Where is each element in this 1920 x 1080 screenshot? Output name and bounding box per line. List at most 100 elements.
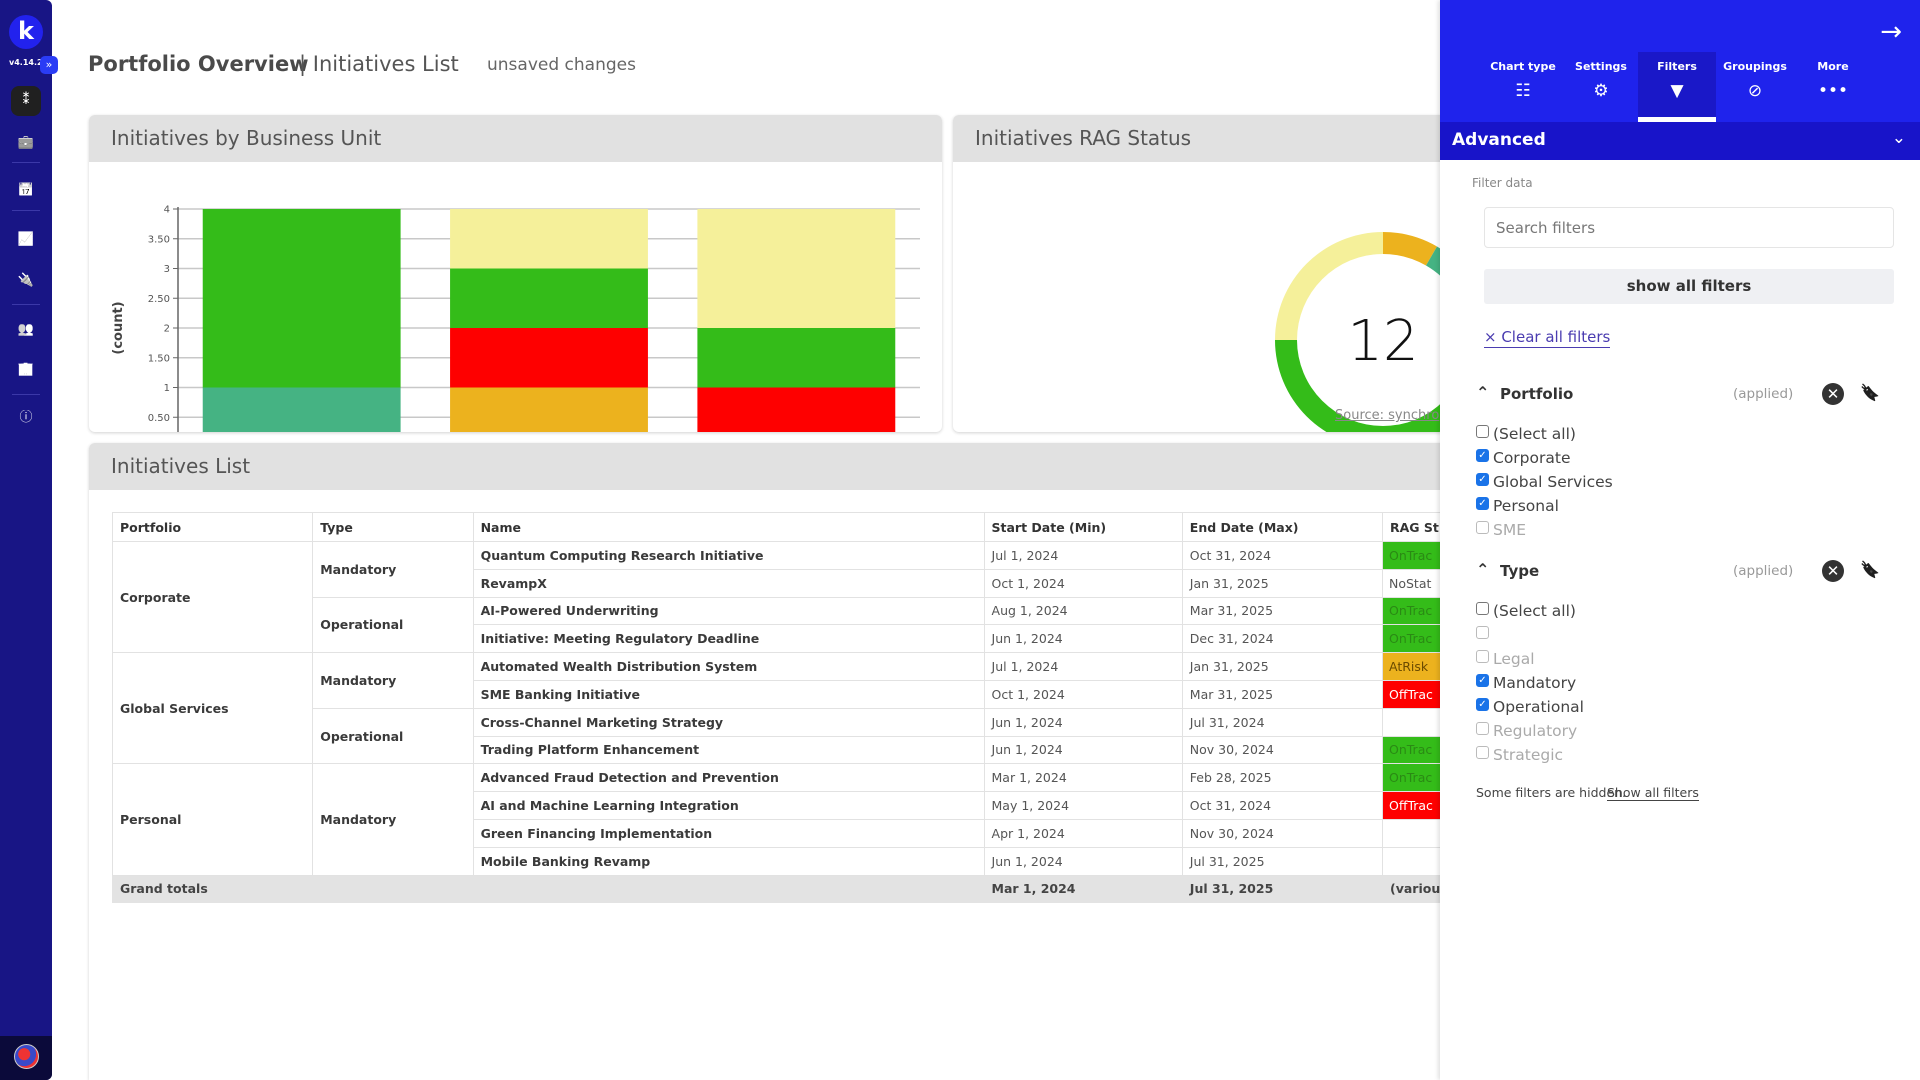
start-date-cell: Apr 1, 2024 xyxy=(983,818,1183,848)
initiative-name-cell[interactable]: AI and Machine Learning Integration xyxy=(472,791,985,820)
initiatives-table: Portfolio Type Name Start Date (Min) End Dat… xyxy=(111,512,1453,904)
expand-sidebar-button[interactable]: » xyxy=(40,56,58,74)
checkbox[interactable] xyxy=(1476,721,1489,735)
tab-settings[interactable]: Settings ⚙ xyxy=(1562,52,1640,122)
clear-filter-icon[interactable]: ✕ xyxy=(1822,560,1844,582)
filter-option[interactable]: ✓ Mandatory xyxy=(1476,672,1576,694)
sidebar-item-info-icon[interactable]: ⓘ xyxy=(11,403,41,433)
checkbox[interactable]: ✓ xyxy=(1476,496,1489,510)
sidebar-divider xyxy=(12,210,40,211)
initiative-name-cell[interactable]: Trading Platform Enhancement xyxy=(472,735,985,765)
end-date-cell: Jul 31, 2025 xyxy=(1181,846,1384,876)
table-row[interactable]: Personal Mandatory Advanced Fraud Detectio… xyxy=(111,763,1453,876)
initiative-name-cell[interactable]: Green Financing Implementation xyxy=(472,818,985,848)
checkbox[interactable] xyxy=(1476,424,1489,438)
portfolio-cell: Personal xyxy=(111,763,314,876)
y-tick-label: 1.50 xyxy=(148,353,170,364)
filter-option[interactable]: SME xyxy=(1476,519,1526,541)
initiative-name-cell[interactable]: Quantum Computing Research Initiative xyxy=(472,541,985,570)
sidebar-item-calendar-icon[interactable]: 📅 xyxy=(11,176,41,206)
sidebar-footer xyxy=(0,1036,52,1080)
bar-segment-ontrack xyxy=(697,328,896,388)
tab-more[interactable]: More ••• xyxy=(1794,52,1872,122)
clear-all-filters-link[interactable]: × Clear all filters xyxy=(1484,328,1611,348)
initiative-name-cell[interactable]: Initiative: Meeting Regulatory Deadline xyxy=(472,624,985,654)
filter-option[interactable]: ✓ Corporate xyxy=(1476,447,1571,469)
y-tick-label: 3 xyxy=(164,264,170,275)
column-header[interactable]: End Date (Max) xyxy=(1181,512,1384,542)
y-axis-label: (count) xyxy=(111,301,126,354)
rag-donut-chart: 12 xyxy=(1275,232,1453,432)
checkbox[interactable] xyxy=(1476,625,1489,639)
sidebar-item-integrations-icon[interactable]: 🔌 xyxy=(11,266,41,296)
chevron-up-icon[interactable]: ⌃ xyxy=(1476,560,1489,579)
checkbox[interactable]: ✓ xyxy=(1476,472,1489,486)
filter-title[interactable]: Portfolio xyxy=(1500,385,1573,403)
sidebar-item-analytics-icon[interactable]: 📈 xyxy=(11,225,41,255)
table-row[interactable]: Operational AI-Powered Underwriting Aug 1,… xyxy=(113,596,1453,654)
checkbox[interactable]: ✓ xyxy=(1476,673,1489,687)
sidebar-item-users-icon[interactable]: 👥 xyxy=(11,315,41,345)
sidebar-item-organization-icon[interactable]: 🏢 xyxy=(11,355,41,385)
end-date-cell: Feb 28, 2025 xyxy=(1181,763,1384,793)
filter-option[interactable]: Strategic xyxy=(1476,744,1563,766)
column-header[interactable]: Type xyxy=(312,512,474,542)
tab-filters[interactable]: Filters ▼ xyxy=(1638,52,1716,122)
filter-option[interactable] xyxy=(1476,624,1493,646)
tab-groupings[interactable]: Groupings ⊘ xyxy=(1716,52,1794,122)
tab-chart-type[interactable]: Chart type ☷ xyxy=(1484,52,1562,122)
start-date-cell: Jul 1, 2024 xyxy=(983,652,1183,681)
start-date-cell: Jun 1, 2024 xyxy=(983,846,1183,876)
initiative-name-cell[interactable]: RevampX xyxy=(472,568,985,598)
tab-label: Settings xyxy=(1575,60,1627,73)
bookmark-icon[interactable]: 🔖 xyxy=(1860,383,1880,402)
advanced-section-header[interactable]: Advanced ⌄ xyxy=(1440,122,1920,160)
grand-totals-start: Mar 1, 2024 xyxy=(983,874,1183,904)
checkbox[interactable] xyxy=(1476,649,1489,663)
table-row[interactable]: Operational Cross-Channel Marketing Strat… xyxy=(113,707,1453,765)
initiative-name-cell[interactable]: Automated Wealth Distribution System xyxy=(472,652,985,681)
column-header[interactable]: Start Date (Min) xyxy=(983,512,1183,542)
user-avatar[interactable] xyxy=(14,1044,39,1069)
initiative-name-cell[interactable]: Mobile Banking Revamp xyxy=(472,846,985,876)
start-date-cell: Jun 1, 2024 xyxy=(983,624,1183,654)
filter-title[interactable]: Type xyxy=(1500,562,1539,580)
clear-filter-icon[interactable]: ✕ xyxy=(1822,383,1844,405)
sidebar-divider xyxy=(12,304,40,305)
table-row[interactable]: Global Services Mandatory Automated Wealth… xyxy=(111,652,1453,765)
filter-option[interactable]: Regulatory xyxy=(1476,720,1577,742)
table-row[interactable]: Corporate Mandatory Quantum Computing Rese… xyxy=(111,540,1453,654)
chart-source-link[interactable]: Source: synchro xyxy=(1335,408,1439,423)
initiative-name-cell[interactable]: Advanced Fraud Detection and Prevention xyxy=(472,763,985,793)
sidebar-item-dashboard-icon[interactable]: ⁑ xyxy=(11,86,41,116)
checkbox[interactable]: ✓ xyxy=(1476,697,1489,711)
sidebar-item-portfolio-icon[interactable]: 💼 xyxy=(11,128,41,158)
panel-title: Initiatives by Business Unit xyxy=(89,115,942,162)
chevron-down-icon[interactable]: ⌄ xyxy=(1892,128,1906,148)
close-panel-arrow-icon[interactable]: → xyxy=(1880,17,1902,47)
column-header[interactable]: Name xyxy=(472,512,985,542)
chevron-up-icon[interactable]: ⌃ xyxy=(1476,383,1489,402)
filter-option[interactable]: (Select all) xyxy=(1476,600,1576,622)
show-all-filters-button[interactable]: show all filters xyxy=(1484,269,1894,304)
checkbox[interactable] xyxy=(1476,520,1489,534)
filter-option[interactable]: ✓ Personal xyxy=(1476,495,1559,517)
filter-option-label: Strategic xyxy=(1493,746,1564,764)
portfolio-cell: Global Services xyxy=(111,652,314,765)
app-logo[interactable]: k xyxy=(9,15,43,49)
bookmark-icon[interactable]: 🔖 xyxy=(1860,560,1880,579)
initiative-name-cell[interactable]: SME Banking Initiative xyxy=(472,679,985,709)
show-all-filters-link[interactable]: Show all filters xyxy=(1607,785,1699,801)
checkbox[interactable] xyxy=(1476,601,1489,615)
filter-option[interactable]: ✓ Operational xyxy=(1476,696,1584,718)
initiative-name-cell[interactable]: AI-Powered Underwriting xyxy=(472,596,985,626)
initiative-name-cell[interactable]: Cross-Channel Marketing Strategy xyxy=(472,707,985,737)
checkbox[interactable]: ✓ xyxy=(1476,448,1489,462)
filter-option[interactable]: ✓ Global Services xyxy=(1476,471,1613,493)
left-sidebar: k v4.14.2 » ⁑ 💼 📅 📈 🔌 👥 🏢 ⓘ xyxy=(0,0,58,1080)
checkbox[interactable] xyxy=(1476,745,1489,759)
filter-option[interactable]: (Select all) xyxy=(1476,423,1576,445)
search-filters-input[interactable] xyxy=(1484,207,1894,248)
column-header[interactable]: Portfolio xyxy=(111,512,314,542)
filter-option[interactable]: Legal xyxy=(1476,648,1535,670)
